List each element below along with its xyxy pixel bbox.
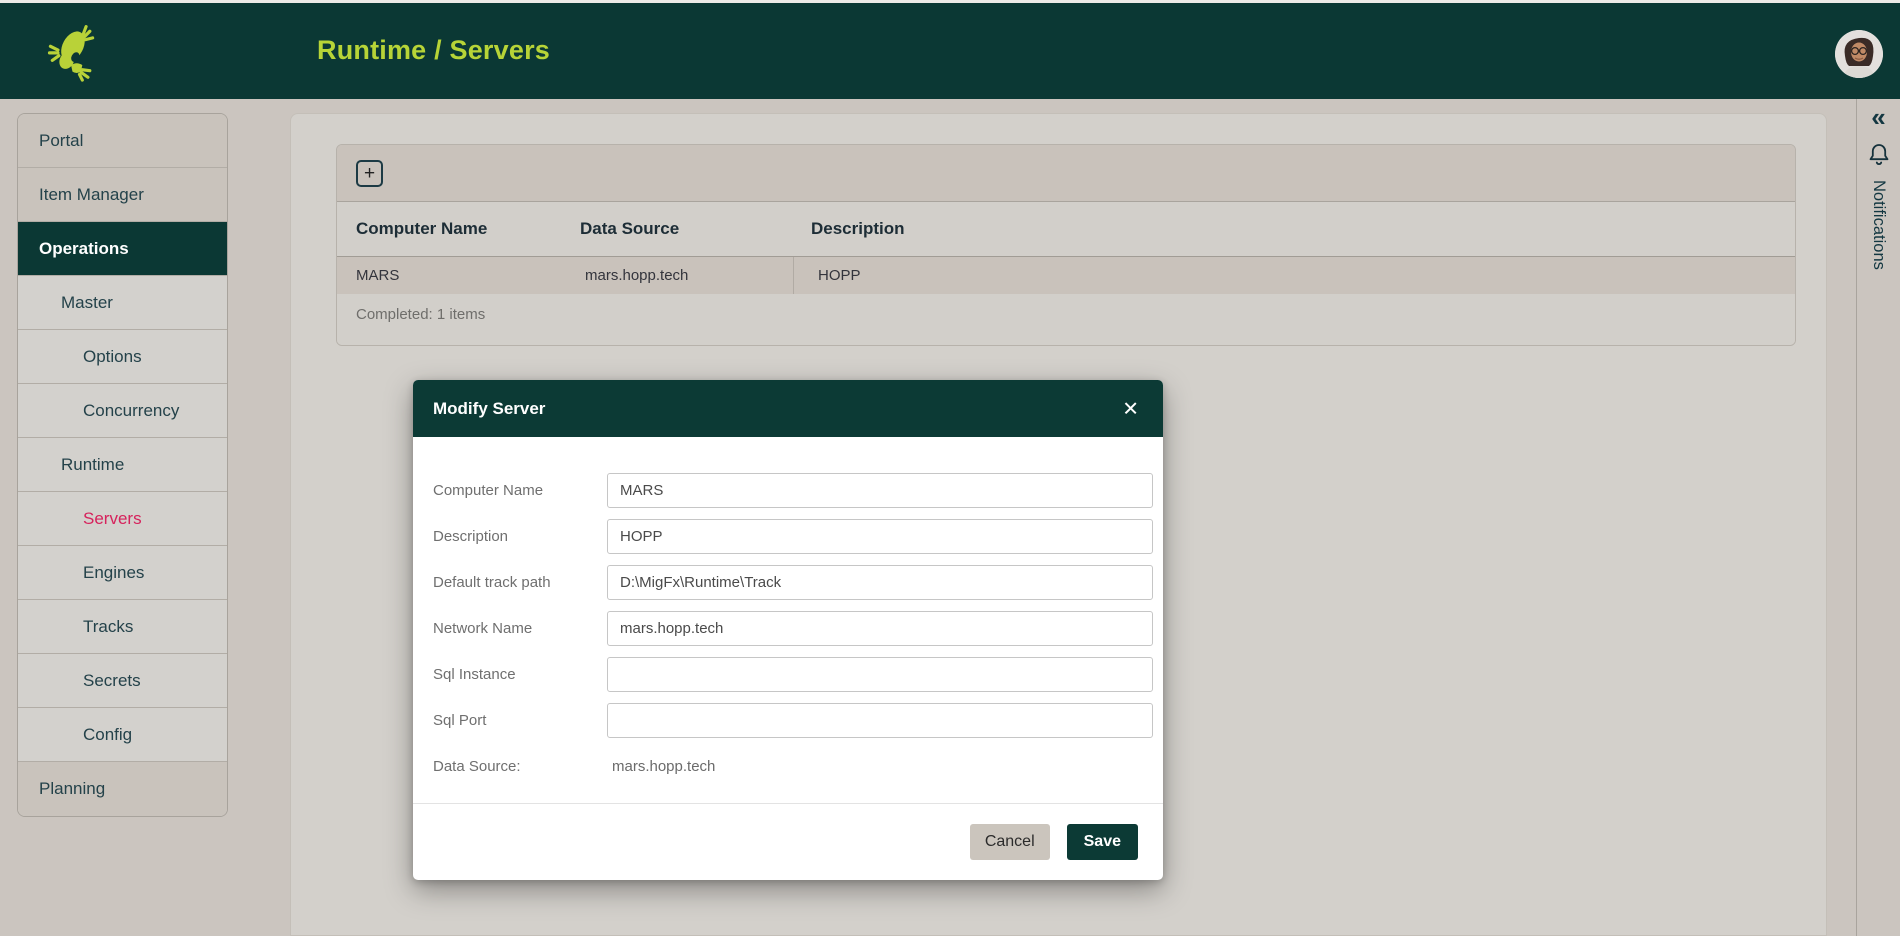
sidebar-item-label: Config	[83, 725, 132, 745]
app-header: Runtime / Servers	[0, 0, 1900, 99]
sidebar-item-label: Item Manager	[39, 185, 144, 205]
servers-table: Computer Name Data Source Description MA…	[337, 202, 1795, 345]
avatar-photo-icon	[1835, 30, 1883, 78]
column-header-computer-name: Computer Name	[337, 219, 580, 239]
status-text: Completed: 1 items	[337, 306, 1795, 323]
sidebar-item-label: Engines	[83, 563, 144, 583]
sidebar-item-engines[interactable]: Engines	[18, 546, 227, 600]
sidebar-item-master[interactable]: Master	[18, 276, 227, 330]
cell-description: HOPP	[793, 257, 1795, 294]
sidebar-item-label: Tracks	[83, 617, 133, 637]
sql-port-label: Sql Port	[433, 712, 607, 729]
description-label: Description	[433, 528, 607, 545]
dialog-body: Computer Name Description Default track …	[413, 437, 1163, 784]
notifications-label[interactable]: Notifications	[1869, 180, 1888, 270]
sidebar-item-options[interactable]: Options	[18, 330, 227, 384]
modify-server-dialog: Modify Server ✕ Computer Name Descriptio…	[413, 380, 1163, 880]
sql-port-field[interactable]	[607, 703, 1153, 738]
field-row-network-name: Network Name	[433, 611, 1153, 646]
plus-icon: +	[364, 164, 375, 183]
sidebar-item-label: Servers	[83, 509, 142, 529]
field-row-computer-name: Computer Name	[433, 473, 1153, 508]
sidebar-item-label: Secrets	[83, 671, 141, 691]
sidebar-item-servers[interactable]: Servers	[18, 492, 227, 546]
user-avatar[interactable]	[1835, 30, 1883, 78]
field-row-data-source: Data Source: mars.hopp.tech	[433, 749, 1153, 784]
notifications-rail: « Notifications	[1856, 99, 1900, 936]
cell-data-source: mars.hopp.tech	[580, 267, 793, 284]
sidebar-item-label: Concurrency	[83, 401, 179, 421]
field-row-sql-port: Sql Port	[433, 703, 1153, 738]
computer-name-label: Computer Name	[433, 482, 607, 499]
sidebar-item-label: Options	[83, 347, 142, 367]
sidebar-item-label: Master	[61, 293, 113, 313]
dialog-header: Modify Server ✕	[413, 380, 1163, 437]
computer-name-field[interactable]	[607, 473, 1153, 508]
sidebar-item-concurrency[interactable]: Concurrency	[18, 384, 227, 438]
column-header-description: Description	[793, 219, 1795, 239]
servers-grid-card: + Computer Name Data Source Description …	[336, 144, 1796, 346]
bell-icon[interactable]	[1867, 142, 1891, 168]
sidebar-item-portal[interactable]: Portal	[18, 114, 227, 168]
sidebar-item-operations[interactable]: Operations	[18, 222, 227, 276]
close-icon[interactable]: ✕	[1122, 396, 1139, 421]
add-server-button[interactable]: +	[356, 160, 383, 187]
sidebar-item-secrets[interactable]: Secrets	[18, 654, 227, 708]
sidebar-item-label: Portal	[39, 131, 83, 151]
collapse-panel-icon[interactable]: «	[1871, 103, 1885, 132]
dialog-title: Modify Server	[433, 399, 545, 419]
table-header-row: Computer Name Data Source Description	[337, 202, 1795, 257]
field-row-sql-instance: Sql Instance	[433, 657, 1153, 692]
default-track-path-label: Default track path	[433, 574, 607, 591]
dialog-footer: Cancel Save	[413, 803, 1163, 880]
cancel-button[interactable]: Cancel	[970, 824, 1050, 860]
default-track-path-field[interactable]	[607, 565, 1153, 600]
table-row[interactable]: MARS mars.hopp.tech HOPP	[337, 257, 1795, 294]
data-source-label: Data Source:	[433, 758, 607, 775]
description-field[interactable]	[607, 519, 1153, 554]
sidebar-item-runtime[interactable]: Runtime	[18, 438, 227, 492]
column-header-data-source: Data Source	[580, 219, 793, 239]
sidebar-nav: Portal Item Manager Operations Master Op…	[17, 113, 228, 817]
frog-logo-icon	[42, 19, 102, 83]
data-source-value: mars.hopp.tech	[607, 758, 715, 775]
save-button[interactable]: Save	[1067, 824, 1138, 860]
sql-instance-label: Sql Instance	[433, 666, 607, 683]
sidebar-item-planning[interactable]: Planning	[18, 762, 227, 816]
sql-instance-field[interactable]	[607, 657, 1153, 692]
field-row-default-track-path: Default track path	[433, 565, 1153, 600]
network-name-label: Network Name	[433, 620, 607, 637]
network-name-field[interactable]	[607, 611, 1153, 646]
sidebar-item-tracks[interactable]: Tracks	[18, 600, 227, 654]
grid-toolbar: +	[337, 145, 1795, 202]
sidebar-item-item-manager[interactable]: Item Manager	[18, 168, 227, 222]
sidebar-item-config[interactable]: Config	[18, 708, 227, 762]
sidebar-item-label: Operations	[39, 239, 129, 259]
sidebar-item-label: Planning	[39, 779, 105, 799]
page-title: Runtime / Servers	[317, 35, 550, 66]
sidebar-item-label: Runtime	[61, 455, 124, 475]
field-row-description: Description	[433, 519, 1153, 554]
cell-computer-name: MARS	[337, 267, 580, 284]
